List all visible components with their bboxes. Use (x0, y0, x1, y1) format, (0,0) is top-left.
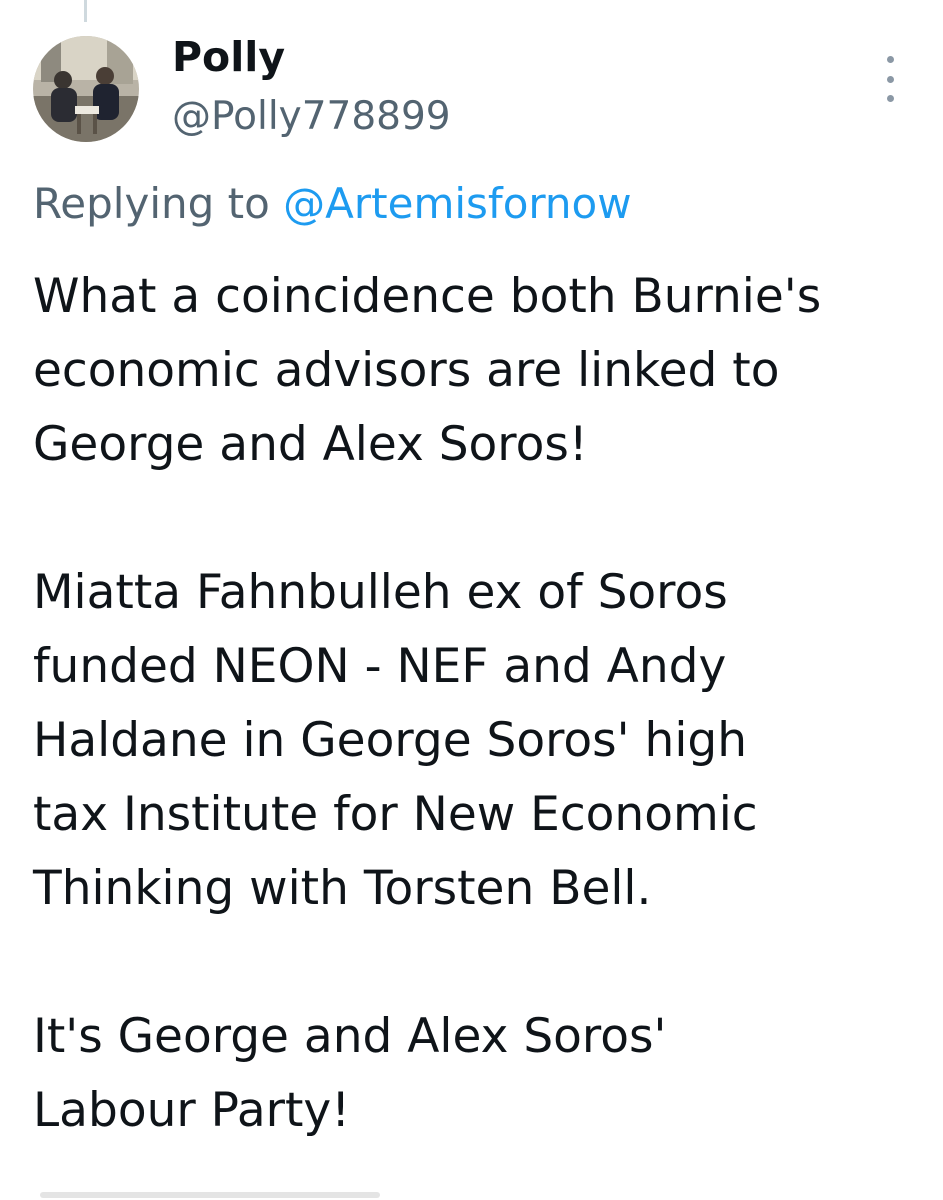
cropped-content-edge (40, 1192, 380, 1198)
more-options-button[interactable] (872, 56, 908, 102)
avatar-photo (33, 36, 139, 142)
tweet-text-line: Thinking with Torsten Bell. (33, 861, 652, 916)
tweet-text-line: tax Institute for New Economic (33, 787, 758, 842)
tweet-paragraph-1: What a coincidence both Burnie's economi… (33, 260, 933, 482)
display-name[interactable]: Polly (172, 32, 285, 82)
reply-mention-link[interactable]: @Artemisfornow (283, 179, 631, 228)
replying-to-label: Replying to (33, 179, 284, 228)
tweet-text: What a coincidence both Burnie's economi… (33, 260, 933, 1148)
more-vertical-icon-dot-2 (886, 75, 894, 83)
tweet-text-line: funded NEON - NEF and Andy (33, 639, 727, 694)
tweet-text-line: Labour Party! (33, 1083, 351, 1138)
tweet-text-line: Miatta Fahnbulleh ex of Soros (33, 565, 728, 620)
tweet-text-line: economic advisors are linked to (33, 343, 780, 398)
more-vertical-icon (886, 56, 894, 63)
more-vertical-icon-dot-3 (886, 95, 894, 102)
user-handle[interactable]: @Polly778899 (172, 93, 451, 141)
avatar[interactable] (33, 36, 139, 142)
tweet-text-line: It's George and Alex Soros' (33, 1009, 667, 1064)
tweet-text-line: What a coincidence both Burnie's (33, 269, 822, 324)
tweet-paragraph-2: Miatta Fahnbulleh ex of Soros funded NEO… (33, 556, 933, 926)
thread-connector-line (84, 0, 87, 22)
tweet-paragraph-3: It's George and Alex Soros' Labour Party… (33, 1000, 933, 1148)
replying-to: Replying to @Artemisfornow (33, 178, 632, 230)
tweet-text-line: George and Alex Soros! (33, 417, 588, 472)
tweet-text-line: Haldane in George Soros' high (33, 713, 747, 768)
